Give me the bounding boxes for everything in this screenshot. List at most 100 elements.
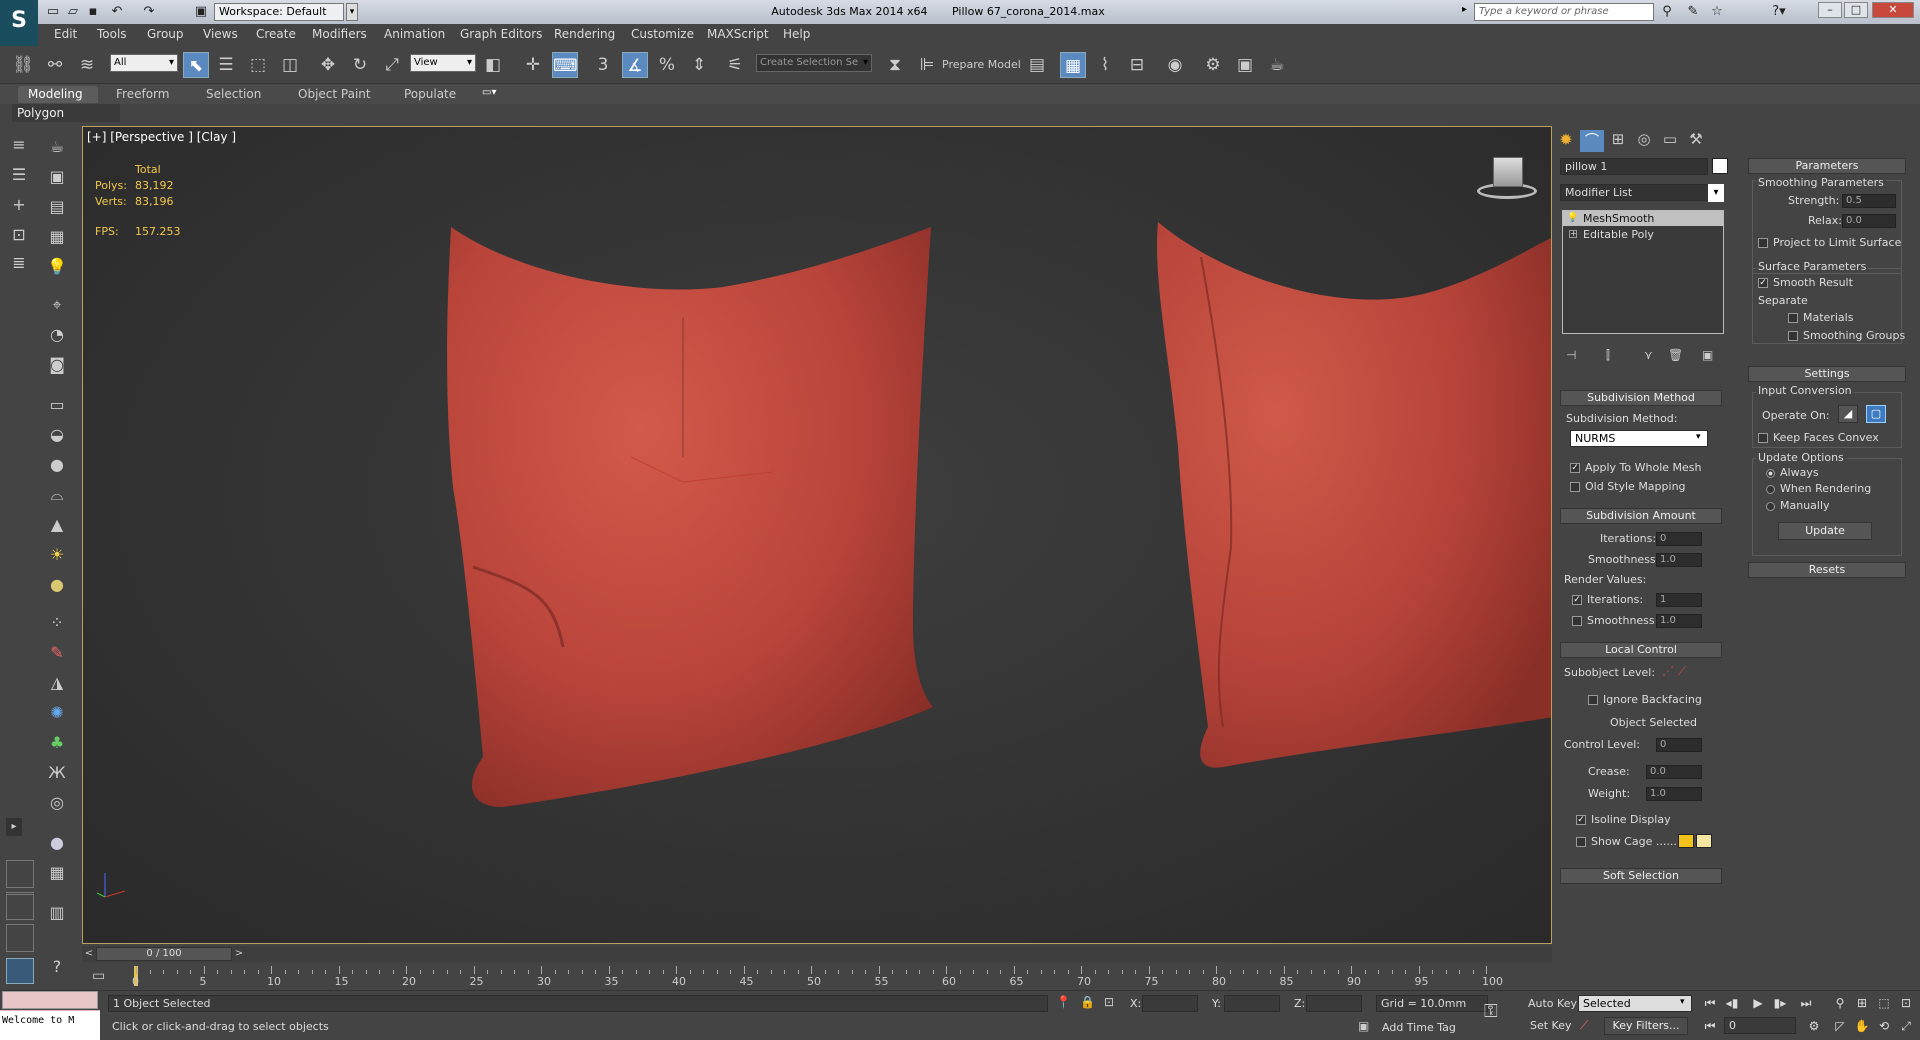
app-logo-icon[interactable]: S: [0, 0, 38, 46]
menu-group[interactable]: Group: [147, 27, 184, 41]
menu-maxscript[interactable]: MAXScript: [707, 27, 769, 41]
y-coordinate-field[interactable]: [1224, 995, 1280, 1012]
material-editor-icon[interactable]: ◉: [1162, 52, 1188, 78]
plane-icon[interactable]: ◮: [44, 670, 70, 696]
relax-spinner[interactable]: 0.0: [1842, 214, 1896, 228]
layout-active-icon[interactable]: [6, 958, 34, 984]
time-tag-icon[interactable]: ▣: [1358, 1019, 1369, 1033]
tab-populate[interactable]: Populate: [394, 86, 466, 103]
zoom-extents-all-icon[interactable]: ⊡: [1896, 994, 1916, 1012]
radio-manually[interactable]: Manually: [1766, 499, 1830, 512]
cone-icon[interactable]: ▲: [44, 512, 70, 538]
time-slider[interactable]: < 0 / 100 >: [82, 946, 1552, 962]
expand-strip-icon[interactable]: ▸: [6, 818, 22, 836]
default-tangent-icon[interactable]: ⟋: [1580, 1018, 1588, 1033]
layout-split-icon[interactable]: [6, 892, 34, 920]
ribbon-options-icon[interactable]: ▭▾: [482, 87, 502, 101]
modifier-list-dropdown[interactable]: Modifier List: [1560, 184, 1722, 201]
key-filters-button[interactable]: Key Filters...: [1604, 1017, 1688, 1035]
help-icon[interactable]: ?▾: [1768, 3, 1790, 21]
grass-icon[interactable]: ♣: [44, 730, 70, 756]
menu-views[interactable]: Views: [203, 27, 238, 41]
viewcube[interactable]: [1463, 157, 1543, 207]
utilities-tab-icon[interactable]: ⚒: [1684, 130, 1708, 152]
bind-space-warp-icon[interactable]: ≋: [74, 52, 100, 78]
mini-curve-editor-icon[interactable]: ▭: [92, 968, 105, 984]
menu-modifiers[interactable]: Modifiers: [312, 27, 367, 41]
rollout-local-control[interactable]: Local Control: [1560, 642, 1722, 658]
chevron-down-icon[interactable]: ▾: [1696, 432, 1701, 442]
tab-selection[interactable]: Selection: [196, 86, 271, 103]
percent-snap-icon[interactable]: %: [654, 52, 680, 78]
layer-manager-icon[interactable]: ▤: [1024, 52, 1050, 78]
dome-icon[interactable]: ⌓: [44, 482, 70, 508]
render-frame-icon[interactable]: ▣: [44, 164, 70, 190]
maximize-button[interactable]: □: [1844, 2, 1868, 18]
hierarchy-tab-icon[interactable]: ⊞: [1606, 130, 1630, 152]
sun-icon[interactable]: ☀: [44, 542, 70, 568]
stack-item-meshsmooth[interactable]: MeshSmooth: [1563, 211, 1723, 226]
ignore-backfacing-checkbox[interactable]: Ignore Backfacing: [1588, 693, 1702, 706]
object-color-swatch[interactable]: [1712, 158, 1728, 174]
new-icon[interactable]: ▭: [44, 3, 62, 21]
z-coordinate-field[interactable]: [1306, 995, 1362, 1012]
align-icon[interactable]: ⊫: [914, 52, 940, 78]
named-selection-dropdown[interactable]: Create Selection Se: [756, 54, 872, 72]
absolute-mode-icon[interactable]: ⊡: [1104, 995, 1114, 1009]
binoculars-icon[interactable]: ⚲: [1658, 3, 1676, 21]
grid-icon[interactable]: ▦: [44, 224, 70, 250]
smooth-result-checkbox[interactable]: ✓ Smooth Result: [1758, 276, 1853, 289]
selection-filter-dropdown[interactable]: All: [110, 54, 178, 72]
particles-icon[interactable]: ⁘: [44, 610, 70, 636]
remove-modifier-icon[interactable]: 🗑: [1668, 348, 1683, 362]
undo-icon[interactable]: ↶: [108, 3, 126, 21]
link-icon[interactable]: ⛓: [10, 52, 36, 78]
sphere-icon[interactable]: ●: [44, 452, 70, 478]
checker-icon[interactable]: ▦: [44, 860, 70, 886]
pillow-left[interactable]: [447, 227, 933, 807]
shell-icon[interactable]: ◎: [44, 790, 70, 816]
smoothing-groups-checkbox[interactable]: Smoothing Groups: [1788, 329, 1905, 342]
video-icon[interactable]: ◙: [44, 352, 70, 378]
key-mode-toggle-icon[interactable]: ⏮: [1700, 1017, 1720, 1035]
materials-checkbox[interactable]: Materials: [1788, 311, 1853, 324]
modify-tab-icon[interactable]: ⌒: [1580, 130, 1604, 152]
mirror-icon[interactable]: ⧗: [882, 52, 908, 78]
project-folder-icon[interactable]: ▣: [192, 3, 210, 21]
modifier-list-arrow-icon[interactable]: ▾: [1708, 184, 1724, 202]
select-by-name-icon[interactable]: ☰: [213, 52, 239, 78]
pin-stack-icon[interactable]: ⊣: [1566, 348, 1576, 362]
save-icon[interactable]: ▪: [84, 3, 102, 21]
orbit-icon[interactable]: ⟲: [1874, 1017, 1894, 1035]
scale-icon[interactable]: ⤢: [379, 52, 405, 78]
render-smoothness-spinner[interactable]: 1.0: [1656, 614, 1702, 628]
current-frame-field[interactable]: 0: [1724, 1017, 1796, 1034]
stack-icon[interactable]: ≣: [6, 250, 32, 276]
close-button[interactable]: ✕: [1872, 2, 1914, 18]
tab-modeling[interactable]: Modeling: [18, 86, 98, 103]
time-configuration-icon[interactable]: ⚙: [1804, 1017, 1824, 1035]
snaps-toggle-icon[interactable]: 3: [590, 52, 616, 78]
zoom-all-icon[interactable]: ⊞: [1852, 994, 1872, 1012]
select-object-icon[interactable]: ⬉: [183, 52, 209, 78]
gear-icon[interactable]: ✺: [44, 700, 70, 726]
render-iterations-checkbox[interactable]: ✓ Iterations:: [1572, 593, 1643, 606]
layer-explorer-icon[interactable]: ☰: [6, 162, 32, 188]
update-button[interactable]: Update: [1778, 522, 1872, 540]
keyboard-shortcut-override-icon[interactable]: ⌨: [552, 52, 578, 78]
tab-object-paint[interactable]: Object Paint: [288, 86, 381, 103]
play-icon[interactable]: ▶: [1748, 994, 1768, 1012]
maxscript-listener-top[interactable]: [2, 991, 98, 1009]
rollout-soft-selection[interactable]: Soft Selection: [1560, 868, 1722, 884]
menu-tools[interactable]: Tools: [97, 27, 127, 41]
pan-icon[interactable]: ✋: [1852, 1017, 1872, 1035]
graphite-ribbon-icon[interactable]: ▦: [1060, 52, 1086, 78]
material-sphere-icon[interactable]: ●: [44, 830, 70, 856]
rendered-frame-window-icon[interactable]: ▣: [1232, 52, 1258, 78]
paint-icon[interactable]: ✎: [44, 640, 70, 666]
camera-icon[interactable]: ⌖: [44, 292, 70, 318]
x-coordinate-field[interactable]: [1142, 995, 1198, 1012]
next-frame-icon[interactable]: ▮▸: [1770, 994, 1790, 1012]
polygon-modeling-panel[interactable]: Polygon Modeling: [12, 104, 120, 138]
scene-explorer-icon[interactable]: ≡: [6, 132, 32, 158]
